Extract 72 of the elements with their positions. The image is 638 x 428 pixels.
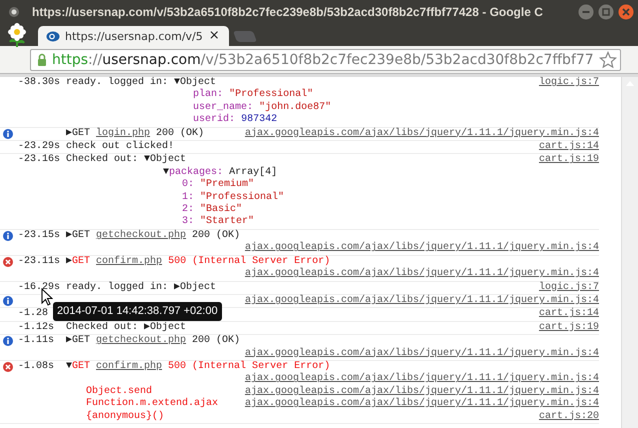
- info-icon: [3, 336, 13, 346]
- source-link[interactable]: ajax.googleapis.com/ajax/libs/jquery/1.11.1/jquery.min.js:4: [244, 242, 599, 255]
- log-message: ▶GET getcheckout.php 200 (OK): [66, 230, 240, 242]
- log-message: ▶GET confirm.php 500 (Internal Server Error): [66, 256, 330, 268]
- error-icon: [3, 256, 13, 267]
- object-property[interactable]: 3: "Starter": [182, 216, 284, 229]
- tab-favicon-icon: [46, 30, 60, 42]
- object-toggle[interactable]: ▶Object: [174, 282, 216, 294]
- timestamp: -1.11s: [18, 335, 54, 346]
- object-property[interactable]: ▼packages: Array[4]: [163, 166, 284, 180]
- source-link[interactable]: ajax.googleapis.com/ajax/libs/jquery/1.11.1/jquery.min.js:4: [244, 294, 599, 308]
- object-toggle[interactable]: ▼Object: [174, 77, 332, 90]
- lock-icon: [37, 53, 47, 66]
- object-toggle[interactable]: ▼Object: [144, 154, 284, 167]
- source-link[interactable]: ajax.googleapis.com/ajax/libs/jquery/1.11.1/jquery.min.js:4: [244, 268, 599, 280]
- source-link[interactable]: logic.js:7: [538, 282, 599, 294]
- timestamp-tooltip: 2014-07-01 14:42:38.797 +02:00: [53, 302, 222, 321]
- source-link[interactable]: cart.js:20: [538, 410, 599, 423]
- object-property[interactable]: 2: "Basic": [182, 204, 284, 216]
- source-link[interactable]: cart.js:14: [538, 141, 599, 154]
- scrollbar[interactable]: [621, 77, 638, 428]
- source-link[interactable]: ajax.googleapis.com/ajax/libs/jquery/1.11.1/jquery.min.js:4: [244, 386, 599, 398]
- object-property[interactable]: user_name: "john.doe87": [193, 102, 332, 114]
- minimize-button[interactable]: [578, 4, 594, 20]
- log-message: ▶GET getcheckout.php 200 (OK): [66, 335, 240, 348]
- log-message: ▶GET login.php 200 (OK): [66, 128, 204, 140]
- star-icon[interactable]: [598, 50, 617, 68]
- source-link[interactable]: cart.js:19: [538, 322, 599, 334]
- address-bar[interactable]: https://usersnap.com/v/53b2a6510f8b2c7fec239e8b/53b2acd30f8b2c7ffbf77: [30, 48, 621, 70]
- log-message: check out clicked!: [66, 141, 174, 154]
- stack-frame: Object.send: [16, 386, 245, 398]
- log-message: ready. logged in:: [66, 77, 170, 90]
- source-link[interactable]: ajax.googleapis.com/ajax/libs/jquery/1.11.1/jquery.min.js:4: [244, 128, 599, 140]
- close-button[interactable]: [618, 4, 634, 20]
- timestamp: -1.12s: [18, 322, 54, 333]
- error-icon: [3, 362, 13, 372]
- browser-tab[interactable]: https://usersnap.com/v/5 ×: [38, 26, 229, 46]
- timestamp: -23.16s: [18, 154, 60, 166]
- maximize-button[interactable]: [598, 4, 614, 20]
- log-message: ready. logged in:: [66, 282, 170, 294]
- info-icon: [3, 128, 13, 139]
- new-tab-button[interactable]: [232, 31, 257, 42]
- log-message: ▼GET confirm.php 500 (Internal Server Error): [66, 360, 330, 372]
- source-link[interactable]: ajax.googleapis.com/ajax/libs/jquery/1.11.1/jquery.min.js:4: [244, 373, 599, 386]
- stack-frame: Function.m.extend.ajax: [16, 398, 245, 411]
- info-icon: [3, 230, 13, 241]
- url-text: https://usersnap.com/v/53b2a6510f8b2c7fec239e8b/53b2acd30f8b2c7ffbf77: [52, 52, 594, 68]
- source-link[interactable]: ajax.googleapis.com/ajax/libs/jquery/1.11.1/jquery.min.js:4: [244, 348, 599, 360]
- tab-title: https://usersnap.com/v/5: [65, 30, 203, 42]
- mouse-cursor-icon: [41, 288, 53, 306]
- timestamp: -1.08s: [18, 360, 54, 372]
- source-link[interactable]: logic.js:7: [538, 77, 599, 90]
- stack-frame: {anonymous}(): [16, 410, 539, 423]
- object-toggle[interactable]: ▶Object: [144, 322, 186, 334]
- timestamp: -23.15s: [18, 230, 60, 241]
- timestamp: -23.11s: [18, 256, 60, 267]
- log-message: Checked out:: [66, 154, 140, 167]
- timestamp: -23.29s: [18, 141, 60, 152]
- window-title: https://usersnap.com/v/53b2a6510f8b2c7fec239e8b/53b2acd30f8b2c7ffbf77428 - Google C: [32, 4, 544, 18]
- timestamp: -1.28: [18, 308, 48, 320]
- source-link[interactable]: ajax.googleapis.com/ajax/libs/jquery/1.11.1/jquery.min.js:4: [244, 398, 599, 411]
- log-message: Checked out:: [66, 322, 140, 334]
- timestamp: -16.29s: [18, 282, 60, 292]
- source-link[interactable]: cart.js:19: [538, 154, 599, 167]
- object-property[interactable]: 0: "Premium": [182, 179, 284, 192]
- object-property[interactable]: 1: "Professional": [182, 192, 284, 204]
- timestamp: -38.30s: [18, 77, 60, 88]
- object-property[interactable]: userid: 987342: [193, 114, 332, 127]
- window-menu-icon[interactable]: [8, 6, 20, 18]
- info-icon: [3, 296, 13, 306]
- source-link[interactable]: cart.js:14: [538, 308, 599, 321]
- object-property[interactable]: plan: "Professional": [193, 89, 332, 102]
